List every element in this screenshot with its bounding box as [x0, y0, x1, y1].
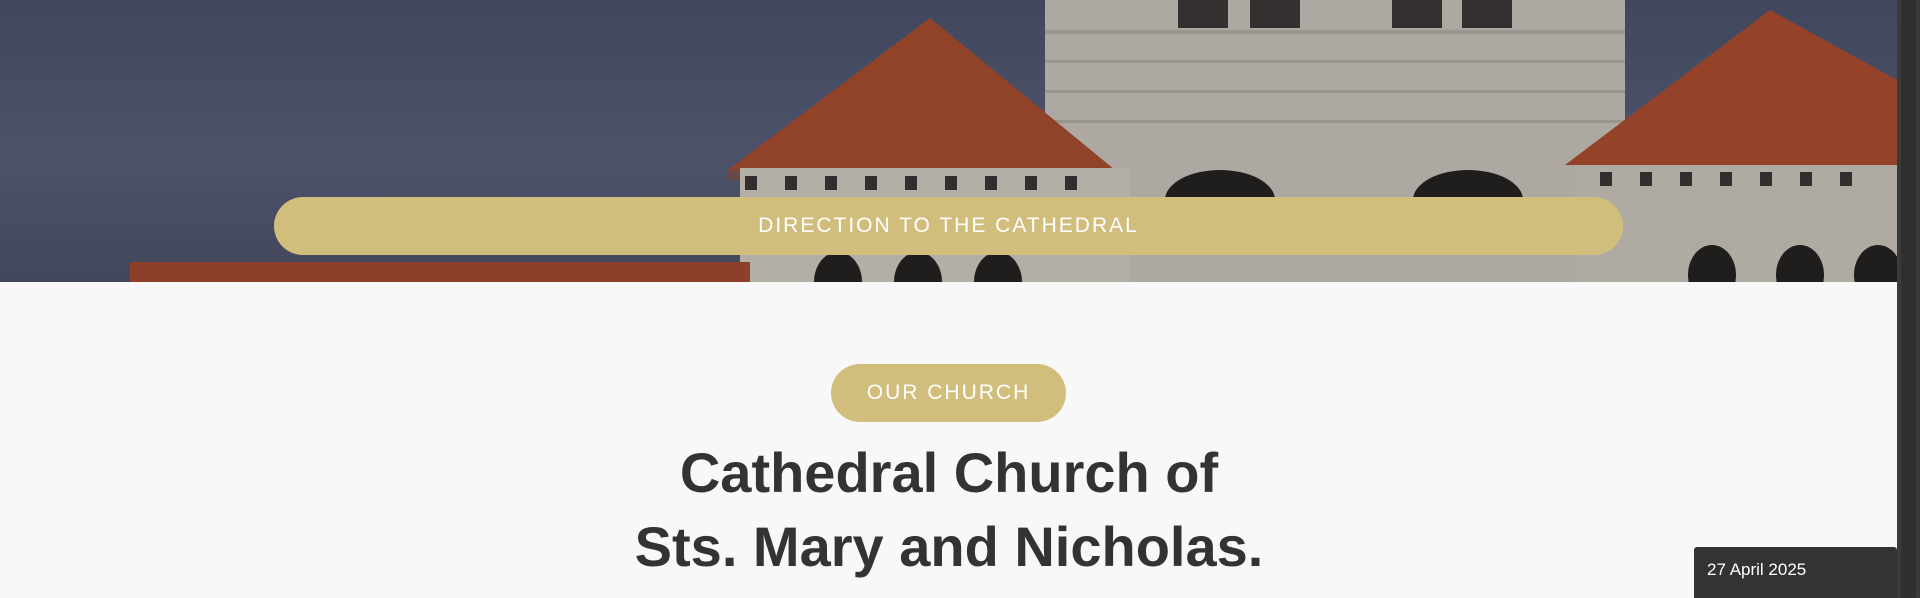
our-church-badge: OUR CHURCH	[831, 364, 1066, 422]
page-title-line-1: Cathedral Church of	[679, 441, 1219, 504]
hero-banner: DIRECTION TO THE CATHEDRAL	[0, 0, 1897, 282]
date-widget: 27 April 2025	[1694, 547, 1897, 598]
page-title: Cathedral Church of Sts. Mary and Nichol…	[460, 436, 1438, 584]
direction-button[interactable]: DIRECTION TO THE CATHEDRAL	[274, 197, 1623, 255]
scrollbar[interactable]	[1897, 0, 1920, 598]
page-title-line-2: Sts. Mary and Nicholas.	[634, 515, 1264, 578]
scrollbar-thumb[interactable]	[1901, 0, 1916, 598]
